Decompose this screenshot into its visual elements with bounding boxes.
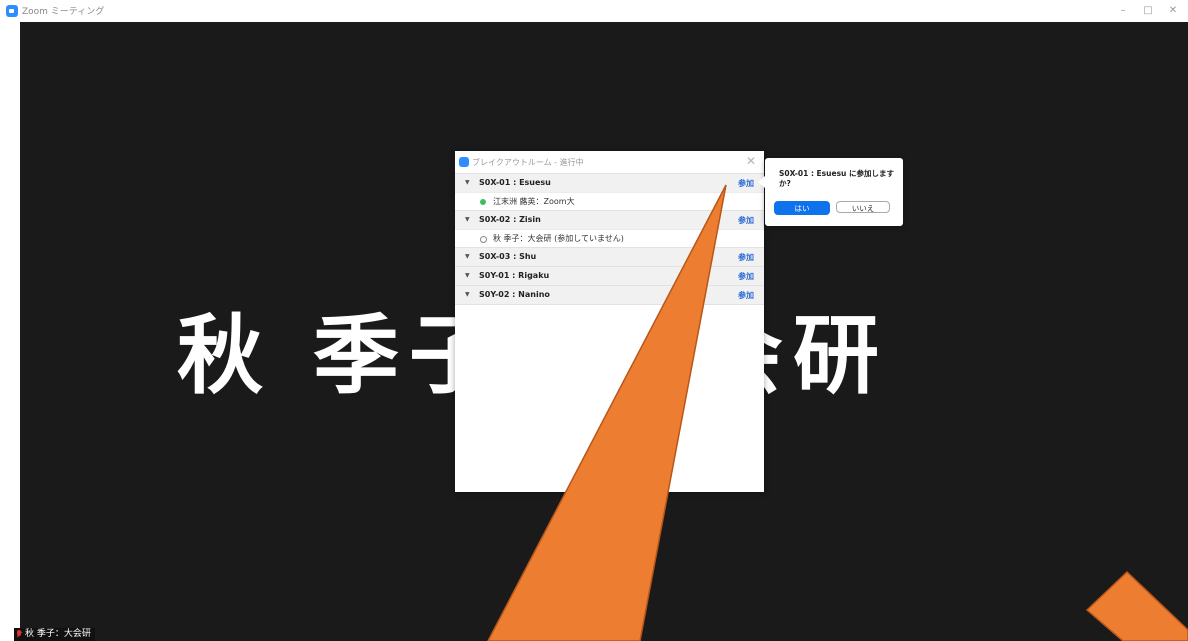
title-bar: Zoom ミーティング – □ ✕ <box>0 0 1188 22</box>
name-tag-label: 秋 季子：大会研 <box>25 629 91 639</box>
room-name: S0X-03 : Shu <box>479 252 537 261</box>
zoom-logo-icon <box>459 157 469 167</box>
mic-muted-icon <box>16 630 22 639</box>
breakout-rooms-panel: ブレイクアウトルーム - 進行中 ✕ ▼ S0X-01 : Esuesu 参加 … <box>455 151 764 492</box>
join-room-button[interactable]: 参加 <box>738 215 754 226</box>
room-name: S0Y-01 : Rigaku <box>479 271 550 280</box>
yes-button[interactable]: はい <box>774 201 830 215</box>
caret-down-icon[interactable]: ▼ <box>465 291 470 298</box>
online-status-icon <box>480 199 486 205</box>
room-row[interactable]: ▼ S0X-02 : Zisin 参加 <box>455 210 764 229</box>
room-name: S0X-01 : Esuesu <box>479 178 551 187</box>
join-confirm-popover: S0X-01 : Esuesu に参加しますか? はい いいえ <box>758 158 903 226</box>
participant-row: 江末洲 蕗英：Zoom大 <box>455 192 764 210</box>
offline-status-icon <box>480 236 487 243</box>
maximize-button[interactable]: □ <box>1137 3 1159 19</box>
room-row[interactable]: ▼ S0Y-01 : Rigaku 参加 <box>455 266 764 285</box>
room-row[interactable]: ▼ S0X-03 : Shu 参加 <box>455 247 764 266</box>
close-window-button[interactable]: ✕ <box>1162 3 1184 19</box>
join-room-button[interactable]: 参加 <box>738 178 754 189</box>
participant-name-tag: 秋 季子：大会研 <box>14 628 95 641</box>
join-room-button[interactable]: 参加 <box>738 290 754 301</box>
participant-row: 秋 季子：大会研 (参加していません) <box>455 229 764 247</box>
join-room-button[interactable]: 参加 <box>738 271 754 282</box>
participant-name: 江末洲 蕗英：Zoom大 <box>493 197 575 206</box>
caret-down-icon[interactable]: ▼ <box>465 179 470 186</box>
room-name: S0Y-02 : Nanino <box>479 290 550 299</box>
panel-title: ブレイクアウトルーム - 進行中 <box>472 158 584 167</box>
room-row[interactable]: ▼ S0X-01 : Esuesu 参加 <box>455 173 764 192</box>
close-icon[interactable]: ✕ <box>746 154 756 168</box>
zoom-logo-icon <box>6 5 18 17</box>
join-room-button[interactable]: 参加 <box>738 252 754 263</box>
window-title: Zoom ミーティング <box>22 7 105 17</box>
room-name: S0X-02 : Zisin <box>479 215 541 224</box>
panel-header: ブレイクアウトルーム - 進行中 ✕ <box>455 151 764 173</box>
minimize-button[interactable]: – <box>1112 3 1134 19</box>
popover-message: S0X-01 : Esuesu に参加しますか? <box>779 169 894 188</box>
participant-name: 秋 季子：大会研 (参加していません) <box>493 234 624 243</box>
caret-down-icon[interactable]: ▼ <box>465 272 470 279</box>
caret-down-icon[interactable]: ▼ <box>465 216 470 223</box>
no-button[interactable]: いいえ <box>836 201 890 213</box>
caret-down-icon[interactable]: ▼ <box>465 253 470 260</box>
room-row[interactable]: ▼ S0Y-02 : Nanino 参加 <box>455 285 764 305</box>
